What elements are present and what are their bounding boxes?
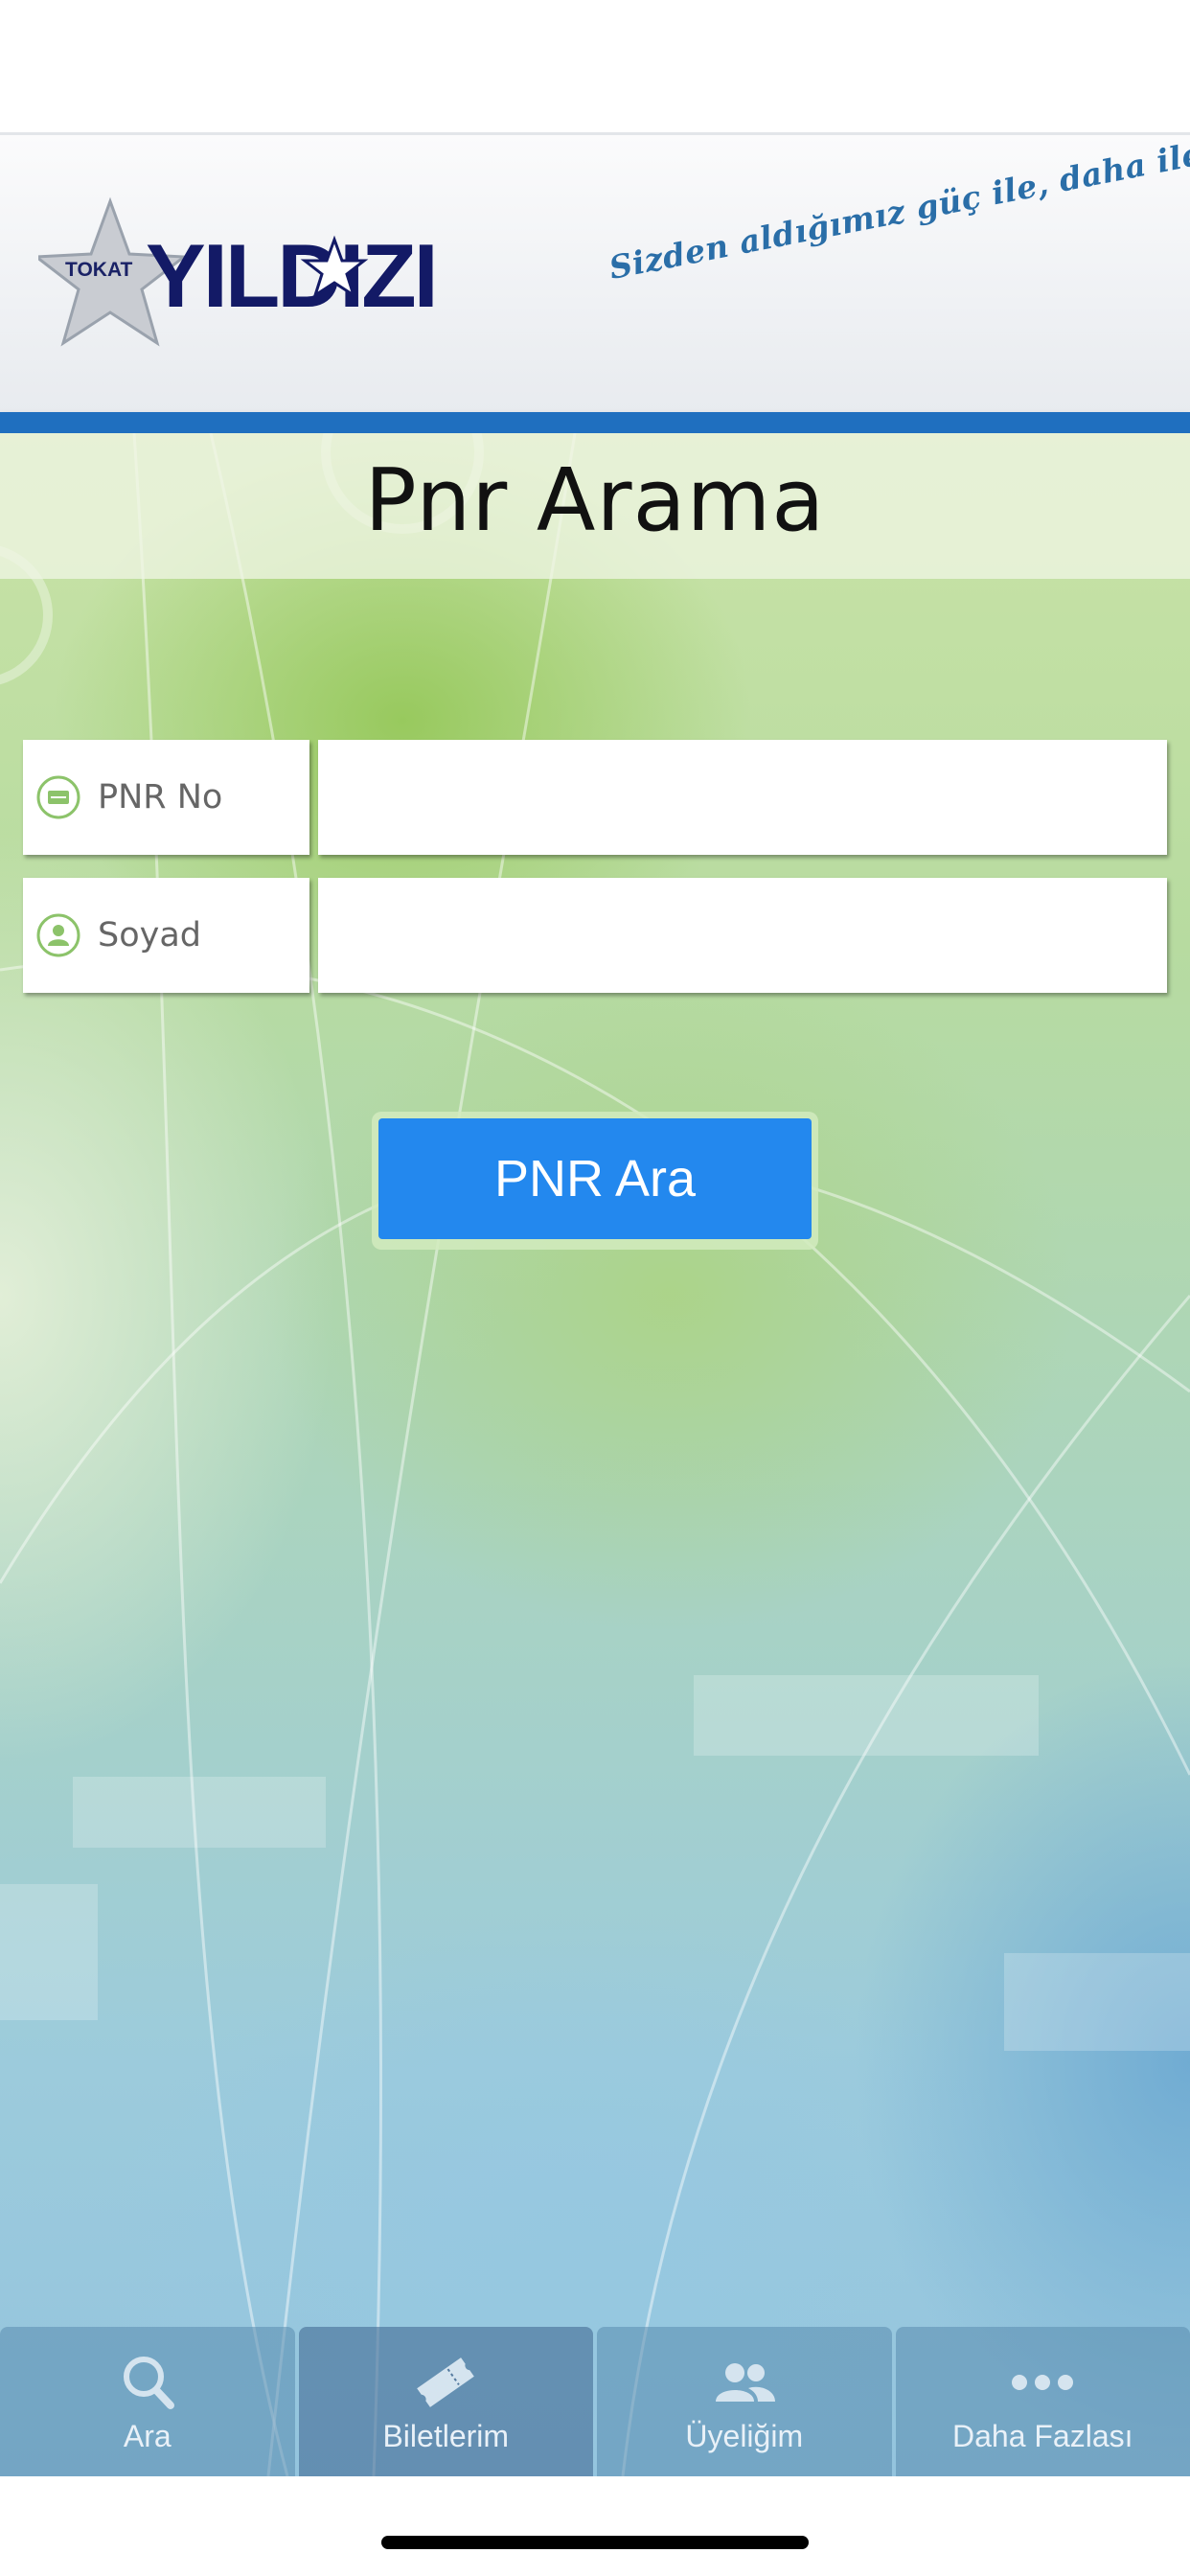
search-button-frame: PNR Ara: [372, 1112, 818, 1250]
ticket-icon: [36, 775, 80, 819]
surname-label-box: Soyad: [23, 878, 309, 993]
ticket-icon: [417, 2358, 475, 2407]
pnr-input[interactable]: [318, 740, 1167, 855]
tab-membership[interactable]: Üyeliğim: [597, 2327, 892, 2476]
background-tile: [0, 1884, 98, 2020]
pnr-label: PNR No: [98, 778, 223, 816]
brand-logo: TOKAT YILDIZI: [38, 196, 439, 347]
more-icon: [1012, 2375, 1074, 2390]
surname-input[interactable]: [318, 878, 1167, 993]
page-title: Pnr Arama: [364, 450, 826, 551]
surname-row: Soyad: [23, 878, 1169, 993]
surname-label: Soyad: [98, 916, 202, 954]
home-indicator[interactable]: [381, 2536, 809, 2549]
pnr-search-button[interactable]: PNR Ara: [378, 1118, 812, 1239]
tab-more-label: Daha Fazlası: [951, 2419, 1133, 2453]
tab-more[interactable]: Daha Fazlası: [895, 2327, 1190, 2476]
tab-my-tickets-label: Biletlerim: [382, 2419, 510, 2453]
logo-small-text: TOKAT: [65, 259, 133, 281]
tab-search-label: Ara: [123, 2419, 172, 2453]
search-icon: [123, 2357, 174, 2409]
background-tile: [1004, 1953, 1190, 2051]
person-icon: [36, 913, 80, 957]
pnr-row: PNR No: [23, 740, 1169, 855]
logo-text: YILDIZI: [146, 225, 436, 326]
status-bar: [0, 0, 1190, 132]
tab-my-tickets[interactable]: Biletlerim: [298, 2327, 593, 2476]
background-tile: [694, 1675, 1039, 1756]
tab-search[interactable]: Ara: [0, 2327, 295, 2476]
pnr-label-box: PNR No: [23, 740, 309, 855]
tab-membership-label: Üyeliğim: [685, 2419, 804, 2453]
brand-accent-bar: [0, 412, 1190, 433]
home-indicator-area: [0, 2476, 1190, 2576]
bottom-tab-bar: Ara Biletlerim Üyeliğim Daha Fazlası: [0, 2327, 1190, 2476]
background-tile: [73, 1777, 326, 1848]
users-icon: [715, 2363, 775, 2402]
